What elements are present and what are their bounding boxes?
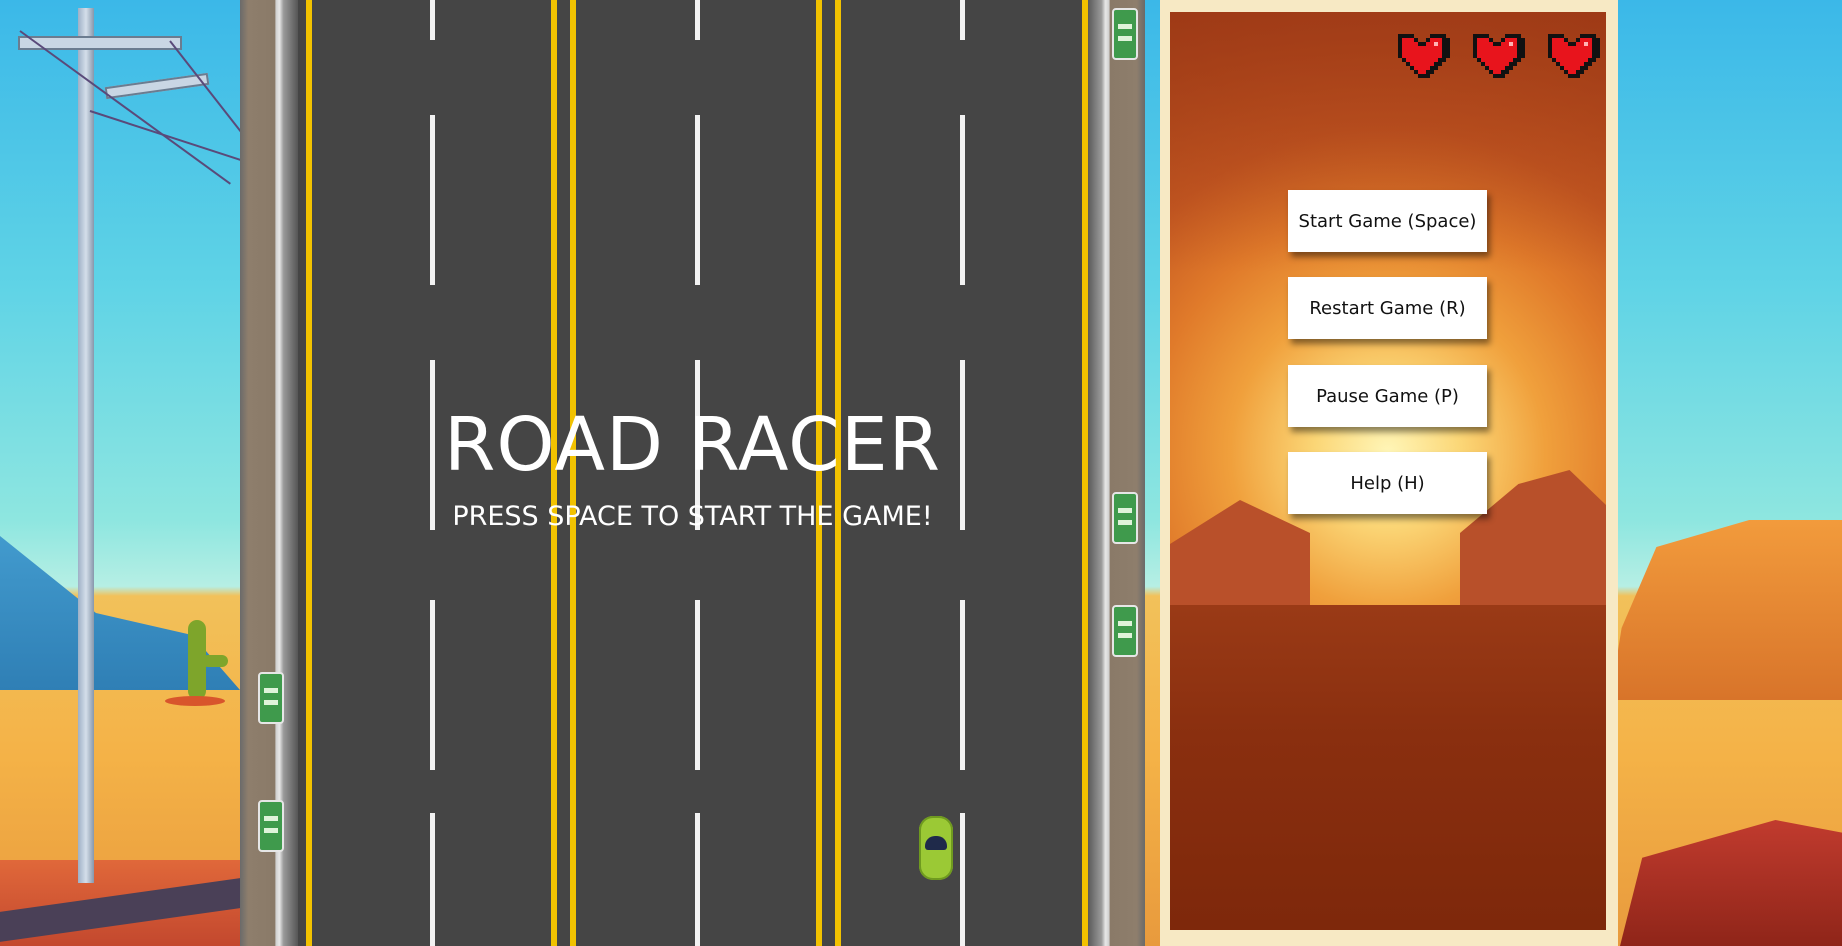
player-car	[919, 816, 953, 880]
start-prompt: PRESS SPACE TO START THE GAME!	[452, 501, 933, 532]
car-windshield	[925, 836, 947, 850]
roadside-marker	[258, 800, 284, 852]
restart-game-button[interactable]: Restart Game (R)	[1288, 277, 1487, 339]
power-pole	[78, 8, 94, 883]
lane-dash	[430, 115, 435, 285]
red-rock	[1620, 820, 1842, 946]
heart-icon	[1398, 34, 1450, 78]
lane-dash	[430, 600, 435, 770]
canyon-ground	[1170, 605, 1606, 930]
roadside-marker	[1112, 605, 1138, 657]
orange-rock	[1610, 520, 1842, 700]
help-button[interactable]: Help (H)	[1288, 452, 1487, 514]
pole-lamp-arm	[104, 72, 210, 100]
lane-dash	[695, 600, 700, 770]
lane-dash	[960, 0, 965, 40]
lane-dash	[695, 115, 700, 285]
lane-dash	[695, 0, 700, 40]
power-wire	[19, 30, 231, 185]
lane-dash	[960, 813, 965, 946]
roadside-marker	[258, 672, 284, 724]
game-stage: ROAD RACER PRESS SPACE TO START THE GAME…	[0, 0, 1842, 946]
roadside-marker	[1112, 8, 1138, 60]
start-game-button[interactable]: Start Game (Space)	[1288, 190, 1487, 252]
power-wire	[89, 110, 252, 165]
lane-dash	[430, 0, 435, 40]
pause-game-button[interactable]: Pause Game (P)	[1288, 365, 1487, 427]
heart-icon	[1548, 34, 1600, 78]
lane-dash	[695, 813, 700, 946]
lane-dash	[960, 115, 965, 285]
cactus-arm	[202, 655, 228, 667]
heart-icon	[1473, 34, 1525, 78]
game-title: ROAD RACER	[443, 402, 942, 488]
lane-dash	[430, 813, 435, 946]
lane-dash	[960, 600, 965, 770]
cactus-shadow	[165, 696, 225, 706]
